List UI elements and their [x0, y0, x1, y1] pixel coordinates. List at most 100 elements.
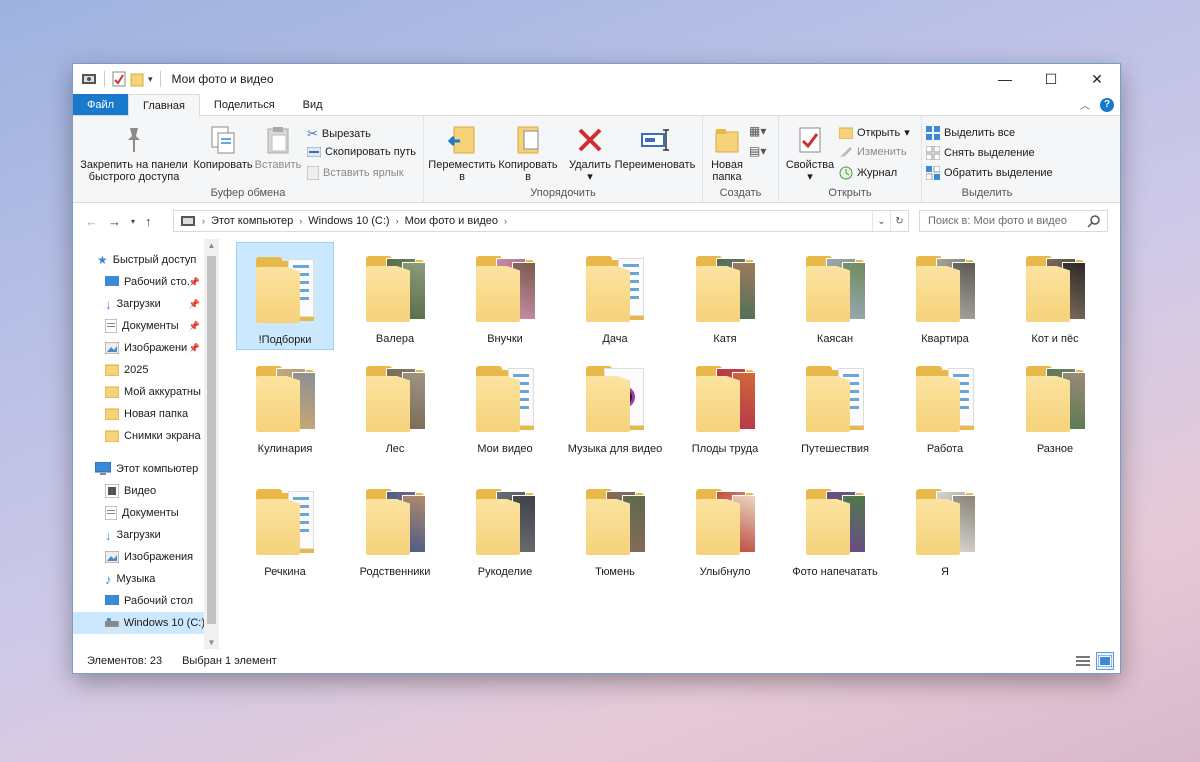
maximize-button[interactable]: ☐ [1028, 64, 1074, 94]
pin-icon [128, 128, 140, 152]
folder-name: Рукоделие [477, 566, 533, 578]
folder-item[interactable]: Мои видео [456, 352, 554, 460]
minimize-button[interactable]: — [982, 64, 1028, 94]
nav-item-music[interactable]: ♪ Музыка [73, 568, 203, 590]
refresh-button[interactable]: ↻ [890, 211, 908, 231]
large-icons-view-icon [1098, 655, 1112, 667]
copy-button[interactable]: Копировать [191, 124, 255, 171]
cut-button[interactable]: ✂ Вырезать [307, 126, 371, 142]
large-icons-view-button[interactable] [1096, 652, 1114, 670]
copy-to-button[interactable]: Копировать в [496, 124, 560, 183]
folder-item[interactable]: Тюмень [566, 475, 664, 583]
folder-item[interactable]: Разное [1006, 352, 1104, 460]
folder-item[interactable]: Речкина [236, 475, 334, 583]
nav-item-desktop[interactable]: Рабочий сто... 📌 [73, 271, 203, 293]
folder-item[interactable]: Внучки [456, 242, 554, 350]
folder-item[interactable]: Валера [346, 242, 444, 350]
help-icon[interactable]: ? [1100, 97, 1114, 112]
open-button[interactable]: Открыть ▾ [839, 126, 910, 139]
history-button[interactable]: Журнал [839, 166, 897, 180]
nav-item-downloads[interactable]: ↓ Загрузки 📌 [73, 293, 203, 315]
new-folder-icon[interactable] [130, 71, 144, 87]
breadcrumb-drive[interactable]: Windows 10 (C:) [308, 215, 389, 227]
tab-file[interactable]: Файл [73, 94, 129, 115]
nav-item-folder-screenshots[interactable]: Снимки экрана [73, 425, 203, 447]
folder-item[interactable]: Кот и пёс [1006, 242, 1104, 350]
tab-view[interactable]: Вид [289, 94, 337, 115]
back-button[interactable]: ← [85, 214, 98, 229]
address-bar[interactable]: › Этот компьютер › Windows 10 (C:) › Мои… [173, 210, 909, 232]
folder-name: Кулинария [257, 443, 313, 455]
folder-item[interactable]: Рукоделие [456, 475, 554, 583]
new-folder-button[interactable]: Новая папка [707, 124, 747, 183]
nav-item-folder-2025[interactable]: 2025 [73, 359, 203, 381]
nav-item-pc-pictures[interactable]: Изображения [73, 546, 203, 568]
folder-item[interactable]: Я [896, 475, 994, 583]
folder-item[interactable]: Фото напечатать [786, 475, 884, 583]
edit-button[interactable]: Изменить [839, 146, 907, 158]
recent-locations-icon[interactable]: ▾ [131, 217, 135, 226]
paste-shortcut-button[interactable]: Вставить ярлык [307, 166, 404, 180]
pin-quick-access-button[interactable]: Закрепить на панели быстрого доступа [79, 124, 189, 183]
select-all-button[interactable]: Выделить все [926, 126, 1015, 140]
tab-home[interactable]: Главная [128, 94, 200, 116]
breadcrumb-current[interactable]: Мои фото и видео [405, 215, 498, 227]
easy-access-button[interactable]: ▤▾ [749, 144, 766, 158]
nav-item-folder-new[interactable]: Новая папка [73, 403, 203, 425]
properties-button[interactable]: Свойства ▾ [785, 124, 835, 183]
folder-item[interactable]: Квартира [896, 242, 994, 350]
folder-item[interactable]: Путешествия [786, 352, 884, 460]
paste-button[interactable]: Вставить [253, 124, 303, 171]
select-none-button[interactable]: Снять выделение [926, 146, 1035, 160]
folder-item[interactable]: Работа [896, 352, 994, 460]
nav-item-pc-documents[interactable]: Документы [73, 502, 203, 524]
up-button[interactable]: ↑ [145, 214, 152, 229]
folder-item[interactable]: Родственники [346, 475, 444, 583]
scroll-thumb[interactable] [207, 256, 216, 624]
music-icon: ♪ [105, 571, 112, 587]
copy-path-button[interactable]: Скопировать путь [307, 146, 416, 158]
breadcrumb-this-pc[interactable]: Этот компьютер [211, 215, 293, 227]
document-icon [105, 319, 117, 333]
rename-button[interactable]: Переименовать [614, 124, 696, 171]
move-to-button[interactable]: Переместить в [428, 124, 496, 183]
scroll-down-icon[interactable]: ▼ [204, 638, 219, 647]
delete-button[interactable]: Удалить ▾ [564, 124, 616, 183]
folder-item[interactable]: Музыка для видео [566, 352, 664, 460]
forward-button[interactable]: → [108, 214, 121, 229]
tab-share[interactable]: Поделиться [200, 94, 289, 115]
nav-scrollbar[interactable]: ▲ ▼ [204, 239, 219, 649]
folder-item[interactable]: Дача [566, 242, 664, 350]
properties-icon[interactable] [112, 71, 126, 87]
nav-item-videos[interactable]: Видео [73, 480, 203, 502]
customize-qat-icon[interactable]: ▾ [148, 74, 153, 85]
nav-item-pictures[interactable]: Изображени 📌 [73, 337, 203, 359]
invert-selection-button[interactable]: Обратить выделение [926, 166, 1053, 180]
nav-item-folder-neat[interactable]: Мой аккуратны [73, 381, 203, 403]
scroll-up-icon[interactable]: ▲ [204, 241, 219, 250]
folder-item[interactable]: !Подборки [236, 242, 334, 350]
nav-item-documents[interactable]: Документы 📌 [73, 315, 203, 337]
nav-quick-access[interactable]: ★ Быстрый доступ [73, 249, 203, 271]
folder-item[interactable]: Плоды труда [676, 352, 774, 460]
nav-this-pc[interactable]: Этот компьютер [73, 458, 203, 480]
details-view-button[interactable] [1074, 652, 1092, 670]
folder-item[interactable]: Каясан [786, 242, 884, 350]
collapse-ribbon-icon[interactable]: ︿ [1080, 97, 1090, 112]
new-group-label: Создать [719, 187, 762, 199]
nav-item-drive-c[interactable]: Windows 10 (C:) [73, 612, 205, 634]
search-box[interactable]: Поиск в: Мои фото и видео [919, 210, 1108, 232]
folder-item[interactable]: Лес [346, 352, 444, 460]
folder-icon [694, 481, 756, 561]
folder-item[interactable]: Улыбнуло [676, 475, 774, 583]
download-icon: ↓ [105, 527, 112, 543]
nav-item-pc-desktop[interactable]: Рабочий стол [73, 590, 203, 612]
nav-item-pc-downloads[interactable]: ↓ Загрузки [73, 524, 203, 546]
address-history-button[interactable]: ⌄ [872, 211, 890, 231]
folder-item[interactable]: Катя [676, 242, 774, 350]
folder-name: Родственники [359, 566, 431, 578]
close-button[interactable]: ✕ [1074, 64, 1120, 94]
folder-item[interactable]: Кулинария [236, 352, 334, 460]
desktop-icon [105, 595, 119, 605]
new-item-button[interactable]: ▦▾ [749, 124, 766, 138]
